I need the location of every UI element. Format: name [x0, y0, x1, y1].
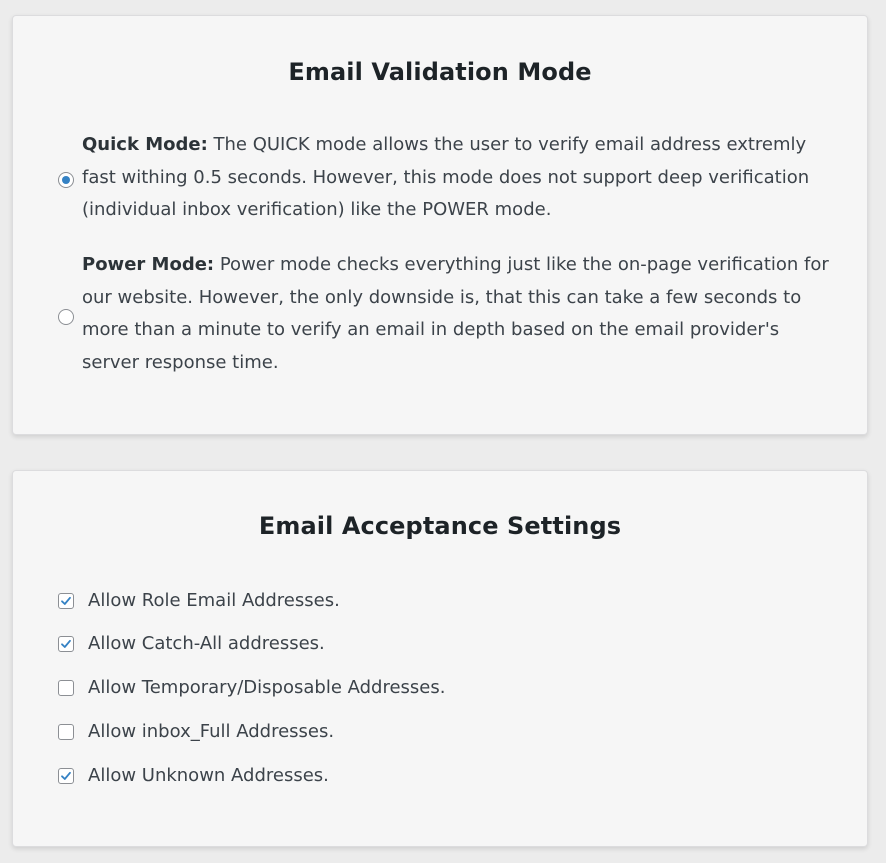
validation-mode-title: Email Validation Mode: [288, 58, 592, 86]
allow-inbox-full-option[interactable]: Allow inbox_Full Addresses.: [58, 720, 658, 744]
allow-role-option[interactable]: Allow Role Email Addresses.: [58, 589, 658, 613]
quick-mode-option[interactable]: Quick Mode: The QUICK mode allows the us…: [58, 129, 828, 229]
quick-mode-description: Quick Mode: The QUICK mode allows the us…: [82, 129, 832, 227]
allow-catch-all-checkbox[interactable]: [58, 636, 74, 652]
allow-unknown-label: Allow Unknown Addresses.: [88, 765, 329, 786]
allow-inbox-full-checkbox[interactable]: [58, 724, 74, 740]
power-mode-description: Power Mode: Power mode checks everything…: [82, 249, 832, 380]
allow-unknown-checkbox[interactable]: [58, 768, 74, 784]
quick-mode-radio[interactable]: [58, 172, 74, 188]
power-mode-option[interactable]: Power Mode: Power mode checks everything…: [58, 249, 829, 381]
allow-role-checkbox[interactable]: [58, 593, 74, 609]
acceptance-settings-card: Email Acceptance Settings Allow Role Ema…: [12, 470, 868, 847]
checkmark-icon: [61, 771, 71, 780]
allow-inbox-full-label: Allow inbox_Full Addresses.: [88, 721, 335, 742]
allow-catch-all-label: Allow Catch-All addresses.: [88, 633, 325, 654]
allow-role-label: Allow Role Email Addresses.: [88, 590, 340, 611]
checkmark-icon: [61, 639, 71, 648]
power-mode-radio[interactable]: [58, 309, 74, 325]
quick-mode-label: Quick Mode:: [82, 134, 208, 155]
allow-disposable-checkbox[interactable]: [58, 680, 74, 696]
allow-unknown-option[interactable]: Allow Unknown Addresses.: [58, 764, 658, 788]
allow-disposable-label: Allow Temporary/Disposable Addresses.: [88, 677, 446, 698]
validation-mode-card: Email Validation Mode Quick Mode: The QU…: [12, 15, 868, 435]
checkmark-icon: [61, 596, 71, 605]
acceptance-settings-title: Email Acceptance Settings: [258, 512, 622, 540]
allow-disposable-option[interactable]: Allow Temporary/Disposable Addresses.: [58, 676, 658, 700]
allow-catch-all-option[interactable]: Allow Catch-All addresses.: [58, 632, 658, 656]
power-mode-label: Power Mode:: [82, 254, 215, 275]
